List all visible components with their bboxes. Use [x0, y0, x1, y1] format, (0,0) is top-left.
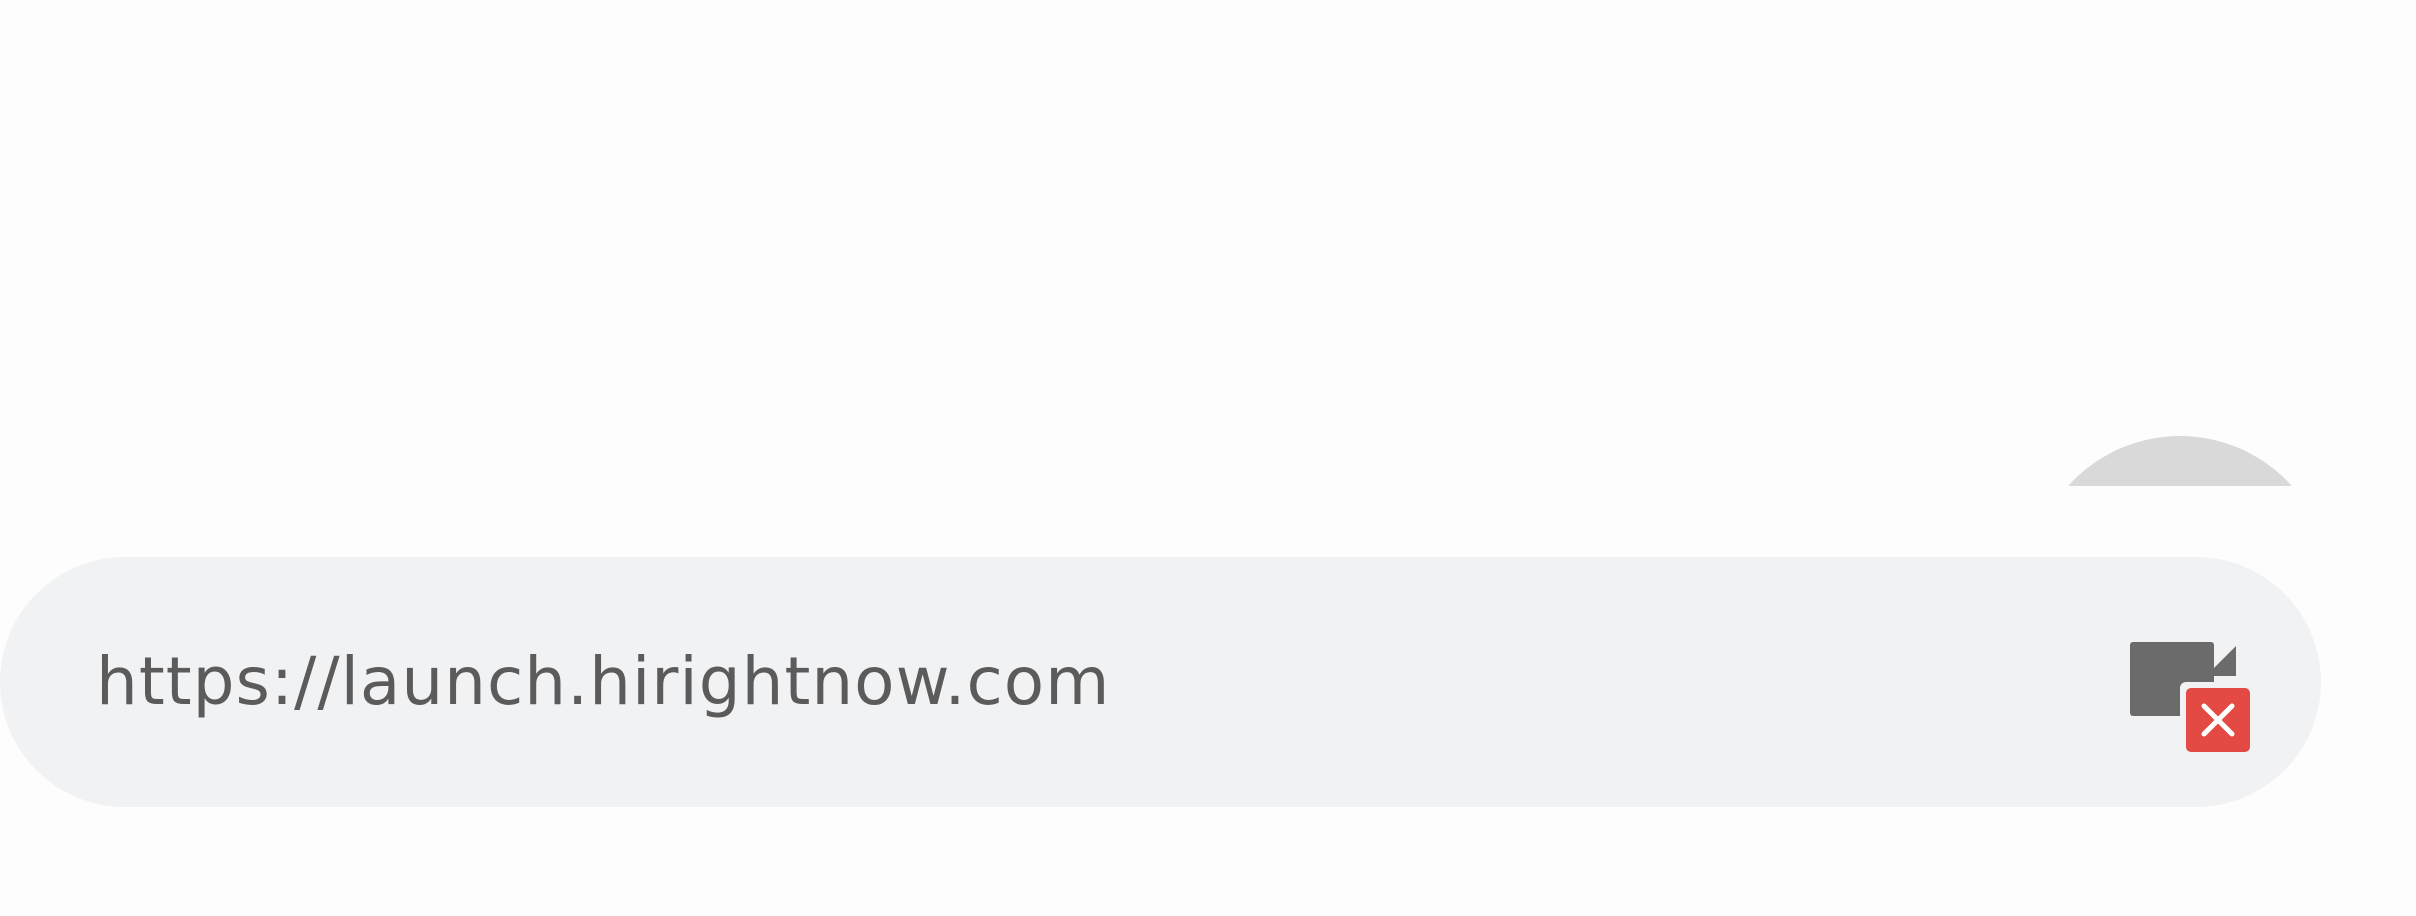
url-bar[interactable]: https://launch.hirightnow.com	[0, 557, 2321, 807]
page: https://launch.hirightnow.com	[0, 0, 2416, 916]
camera-off-icon	[2130, 642, 2254, 752]
avatar-cap	[2030, 436, 2330, 486]
close-icon	[2186, 688, 2250, 752]
stop-video-button[interactable]	[2126, 640, 2258, 756]
url-text: https://launch.hirightnow.com	[96, 643, 1111, 720]
